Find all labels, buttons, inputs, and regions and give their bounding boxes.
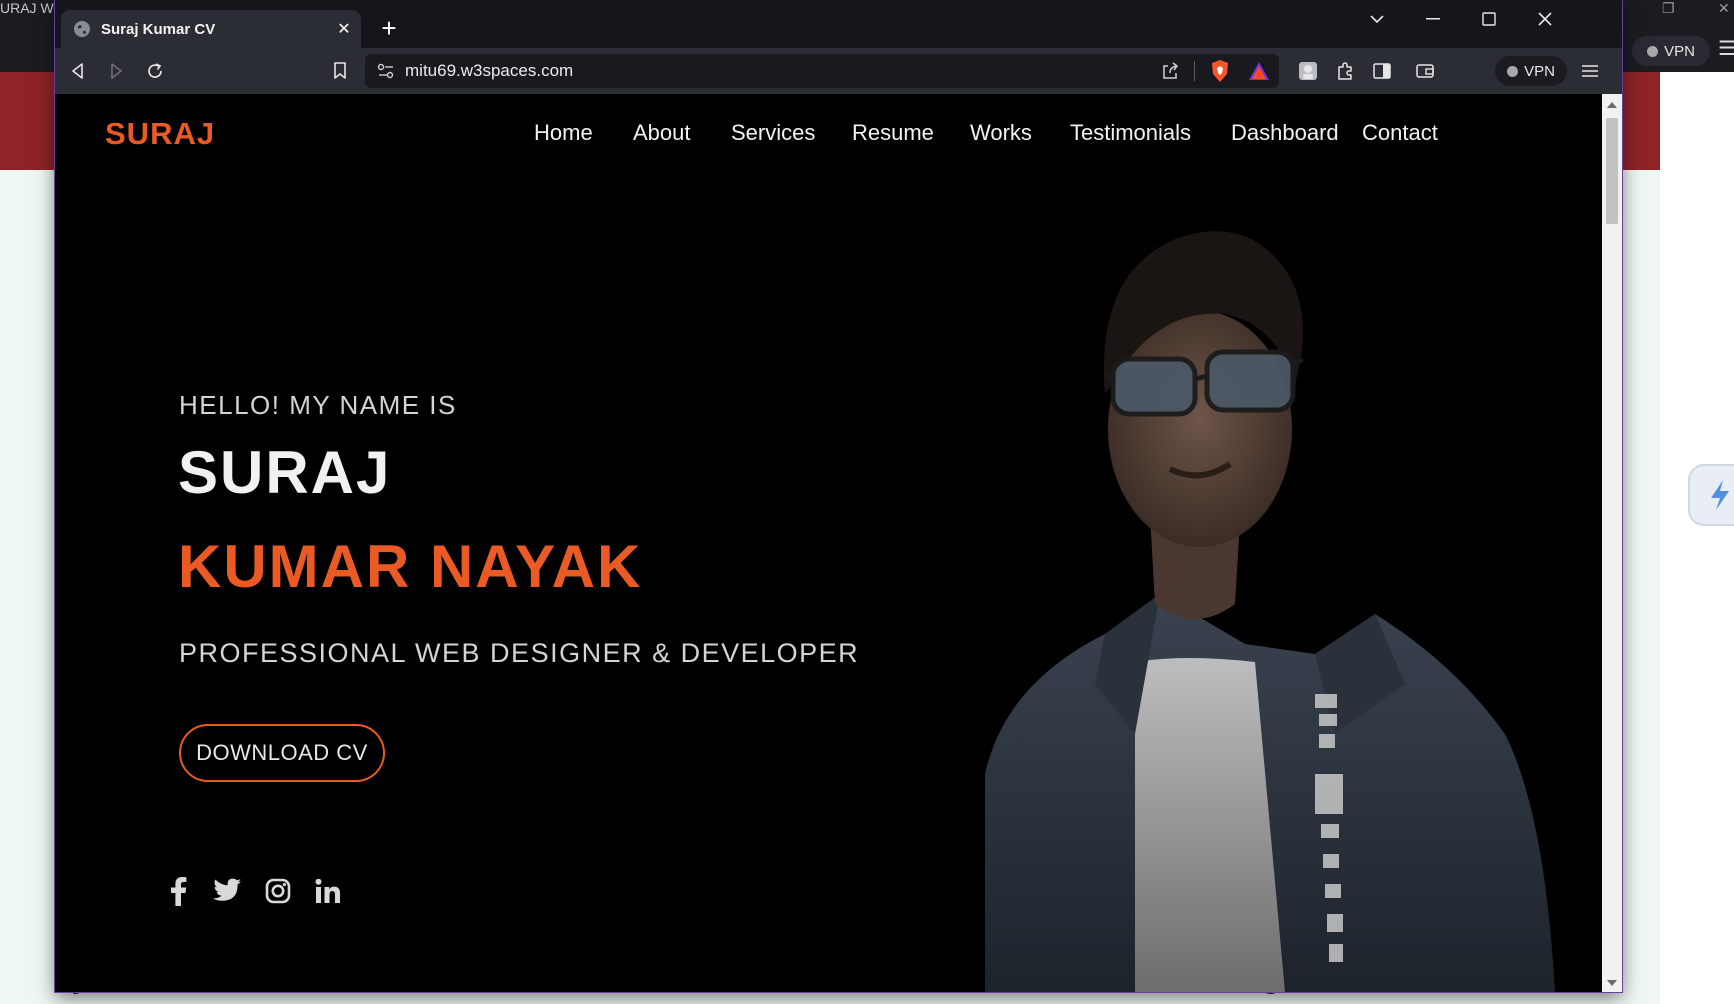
extension-profile-icon[interactable] [1293, 56, 1323, 86]
background-window-title: URAJ W [0, 0, 54, 16]
main-nav: Home About Services Resume Works Testimo… [55, 120, 1602, 154]
nav-link-contact[interactable]: Contact [1362, 120, 1438, 146]
brave-shields-icon[interactable] [1209, 59, 1231, 83]
tab-close-icon[interactable]: ✕ [333, 18, 355, 40]
nav-link-works[interactable]: Works [970, 120, 1032, 146]
vpn-label: VPN [1524, 62, 1555, 80]
hero-role: PROFESSIONAL WEB DESIGNER & DEVELOPER [179, 638, 860, 668]
facebook-icon[interactable] [162, 874, 196, 908]
page-viewport: SURAJ Home About Services Resume Works T… [55, 94, 1602, 992]
tab-strip: Suraj Kumar CV ✕ + [55, 0, 1622, 48]
browser-menu-icon[interactable] [1575, 56, 1605, 86]
browser-toolbar: mitu69.w3spaces.com VPN [55, 48, 1622, 94]
twitter-icon[interactable] [210, 874, 244, 908]
hero-first-name: SURAJ [178, 439, 392, 506]
background-close-icon[interactable]: ✕ [1718, 0, 1730, 17]
site-settings-icon[interactable] [377, 63, 395, 79]
brave-rewards-icon[interactable] [1247, 60, 1271, 82]
share-icon[interactable] [1160, 61, 1180, 81]
scroll-up-arrow-icon[interactable] [1607, 102, 1617, 108]
scrollbar-thumb[interactable] [1606, 118, 1618, 224]
back-icon[interactable] [63, 56, 93, 86]
vpn-button[interactable]: VPN [1495, 56, 1567, 86]
hero-greeting: HELLO! MY NAME IS [179, 390, 457, 420]
extensions-puzzle-icon[interactable] [1330, 56, 1360, 86]
tab-suraj-kumar-cv[interactable]: Suraj Kumar CV ✕ [61, 10, 361, 48]
address-bar-divider [1194, 61, 1195, 81]
background-vpn-label: VPN [1664, 42, 1695, 60]
sidebar-toggle-icon[interactable] [1367, 56, 1397, 86]
background-vpn-button[interactable]: VPN [1632, 36, 1710, 66]
linkedin-icon[interactable] [311, 874, 345, 908]
nav-link-services[interactable]: Services [731, 120, 815, 146]
maximize-icon[interactable] [1469, 6, 1509, 32]
background-page-right-strip [1660, 72, 1734, 1004]
download-cv-button[interactable]: DOWNLOAD CV [179, 724, 385, 782]
url-text: mitu69.w3spaces.com [405, 61, 574, 80]
address-bar[interactable]: mitu69.w3spaces.com [365, 54, 1279, 88]
nav-link-resume[interactable]: Resume [852, 120, 934, 146]
nav-link-about[interactable]: About [633, 120, 691, 146]
browser-window: Suraj Kumar CV ✕ + mitu69.w3spaces.com V… [55, 0, 1622, 992]
minimize-icon[interactable] [1413, 6, 1453, 32]
vpn-status-icon [1507, 65, 1519, 77]
background-menu-icon[interactable]: ☰ [1718, 36, 1734, 61]
close-window-icon[interactable] [1525, 6, 1565, 32]
globe-icon [74, 21, 90, 37]
reload-icon[interactable] [140, 56, 170, 86]
instagram-icon[interactable] [261, 874, 295, 908]
nav-link-testimonials[interactable]: Testimonials [1070, 120, 1191, 146]
profile-photo [985, 231, 1555, 992]
nav-link-dashboard[interactable]: Dashboard [1231, 120, 1339, 146]
new-tab-button[interactable]: + [373, 12, 405, 44]
tab-title: Suraj Kumar CV [101, 20, 216, 38]
bookmark-icon[interactable] [325, 56, 355, 86]
vertical-scrollbar[interactable] [1602, 94, 1622, 992]
wallet-icon[interactable] [1410, 56, 1440, 86]
background-maximize-icon[interactable]: ❐ [1662, 0, 1675, 17]
forward-icon[interactable] [101, 56, 131, 86]
scroll-down-arrow-icon[interactable] [1607, 980, 1617, 986]
nav-link-home[interactable]: Home [534, 120, 593, 146]
hero-last-name: KUMAR NAYAK [178, 533, 643, 600]
vpn-status-icon [1647, 45, 1659, 57]
floating-lightning-icon[interactable] [1690, 466, 1734, 524]
tab-search-chevron-icon[interactable] [1357, 6, 1397, 32]
